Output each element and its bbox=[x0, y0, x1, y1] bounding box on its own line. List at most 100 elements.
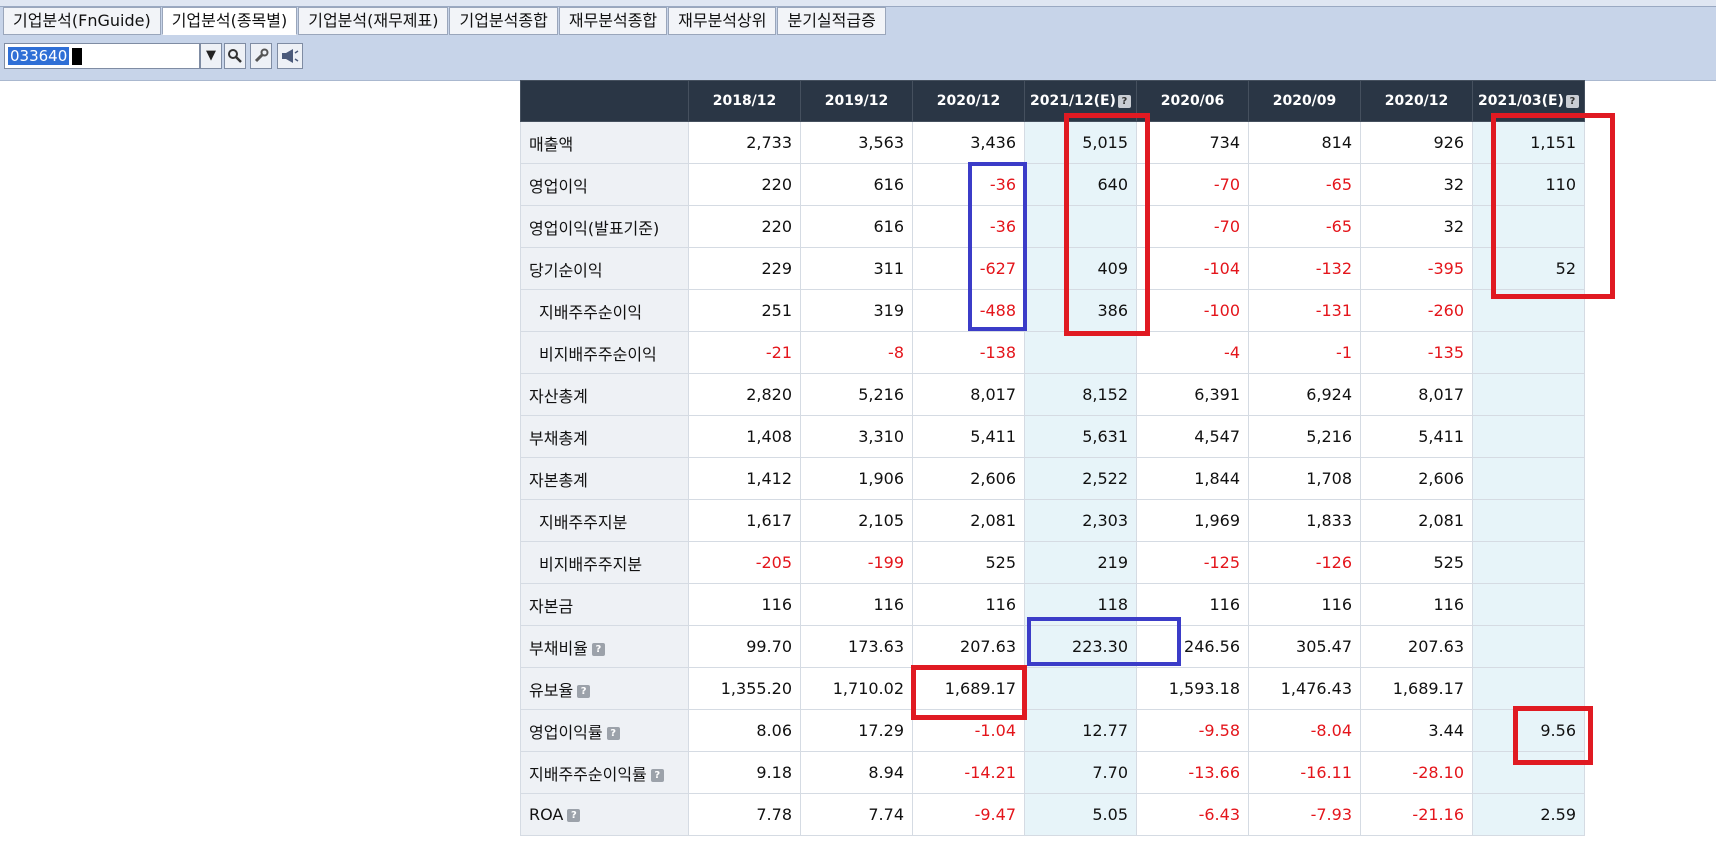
table-cell: -132 bbox=[1248, 247, 1361, 290]
row-label: 지배주주순이익 bbox=[520, 289, 689, 332]
table-cell bbox=[1472, 751, 1585, 794]
table-cell: 1,708 bbox=[1248, 457, 1361, 500]
header-label-cell bbox=[520, 80, 689, 122]
table-cell: -7.93 bbox=[1248, 793, 1361, 836]
wrench-icon[interactable] bbox=[250, 43, 272, 69]
table-cell: 2,105 bbox=[800, 499, 913, 542]
row-label-text: 부채비율 bbox=[529, 638, 588, 658]
table-cell: 409 bbox=[1024, 247, 1137, 290]
table-cell: 1,476.43 bbox=[1248, 667, 1361, 710]
table-cell bbox=[1472, 415, 1585, 458]
row-label: 지배주주순이익률? bbox=[520, 751, 689, 794]
table-cell: -8.04 bbox=[1248, 709, 1361, 752]
table-cell: 2,733 bbox=[688, 121, 801, 164]
tab-financial-statements[interactable]: 기업분석(재무제표) bbox=[298, 7, 449, 35]
table-cell: 207.63 bbox=[1360, 625, 1473, 668]
table-cell: 311 bbox=[800, 247, 913, 290]
toolbar-area: 기업분석(FnGuide) 기업분석(종목별) 기업분석(재무제표) 기업분석종… bbox=[0, 0, 1716, 81]
table-cell: -8 bbox=[800, 331, 913, 374]
table-cell: 1,969 bbox=[1136, 499, 1249, 542]
table-cell: -138 bbox=[912, 331, 1025, 374]
tab-company-summary[interactable]: 기업분석종합 bbox=[449, 7, 558, 35]
column-header: 2020/06 bbox=[1136, 80, 1249, 122]
table-cell: 1,844 bbox=[1136, 457, 1249, 500]
table-cell bbox=[1472, 541, 1585, 584]
table-cell: -260 bbox=[1360, 289, 1473, 332]
table-cell: 17.29 bbox=[800, 709, 913, 752]
table-cell: 1,833 bbox=[1248, 499, 1361, 542]
table-cell: 220 bbox=[688, 163, 801, 206]
help-icon[interactable]: ? bbox=[577, 684, 591, 698]
table-cell: 734 bbox=[1136, 121, 1249, 164]
table-cell: 9.18 bbox=[688, 751, 801, 794]
tab-bar: 기업분석(FnGuide) 기업분석(종목별) 기업분석(재무제표) 기업분석종… bbox=[3, 7, 887, 35]
table-cell: 2,522 bbox=[1024, 457, 1137, 500]
table-cell bbox=[1472, 667, 1585, 710]
stock-code-input[interactable]: 033640 bbox=[4, 43, 200, 69]
help-icon[interactable]: ? bbox=[591, 642, 605, 656]
table-cell: 640 bbox=[1024, 163, 1137, 206]
table-cell: 5,411 bbox=[912, 415, 1025, 458]
table-cell: -70 bbox=[1136, 163, 1249, 206]
table-cell: -1 bbox=[1248, 331, 1361, 374]
financial-summary-table: 2018/12 2019/12 2020/12 2021/12(E)? 2020… bbox=[520, 80, 1585, 836]
tab-by-stock[interactable]: 기업분석(종목별) bbox=[161, 7, 298, 35]
table-cell: 1,689.17 bbox=[912, 667, 1025, 710]
help-icon[interactable]: ? bbox=[606, 726, 620, 740]
magnifier-icon[interactable] bbox=[224, 43, 246, 69]
table-cell: 305.47 bbox=[1248, 625, 1361, 668]
table-cell: 1,593.18 bbox=[1136, 667, 1249, 710]
table-cell: 251 bbox=[688, 289, 801, 332]
table-cell: 1,412 bbox=[688, 457, 801, 500]
table-cell: -65 bbox=[1248, 163, 1361, 206]
table-cell: -6.43 bbox=[1136, 793, 1249, 836]
table-row: 지배주주순이익률? 9.18 8.94 -14.21 7.70 -13.66 -16.11-… bbox=[520, 751, 1585, 794]
chevron-down-icon[interactable]: ▼ bbox=[200, 43, 222, 69]
table-cell: -100 bbox=[1136, 289, 1249, 332]
table-cell: -36 bbox=[912, 163, 1025, 206]
table-cell: 5.05 bbox=[1024, 793, 1137, 836]
column-header: 2019/12 bbox=[800, 80, 913, 122]
row-label-text: 매출액 bbox=[529, 134, 574, 154]
row-label-text: 부채총계 bbox=[529, 428, 588, 448]
row-label: ROA? bbox=[520, 793, 689, 836]
help-icon[interactable]: ? bbox=[567, 809, 581, 822]
table-cell: 7.78 bbox=[688, 793, 801, 836]
table-cell: 5,631 bbox=[1024, 415, 1137, 458]
help-icon[interactable]: ? bbox=[650, 768, 664, 782]
row-label: 영업이익 bbox=[520, 163, 689, 206]
table-cell: 8.94 bbox=[800, 751, 913, 794]
table-cell: 8,017 bbox=[1360, 373, 1473, 416]
tab-financial-summary[interactable]: 재무분석종합 bbox=[558, 7, 668, 35]
table-cell: 2,606 bbox=[1360, 457, 1473, 500]
table-cell: 207.63 bbox=[912, 625, 1025, 668]
table-cell: 116 bbox=[1360, 583, 1473, 626]
help-icon[interactable]: ? bbox=[1117, 94, 1131, 108]
table-cell bbox=[1024, 667, 1137, 710]
table-cell: 3,563 bbox=[800, 121, 913, 164]
tab-financial-top[interactable]: 재무분석상위 bbox=[668, 7, 777, 35]
speaker-icon[interactable] bbox=[277, 43, 303, 69]
table-cell: 1,151 bbox=[1472, 121, 1585, 164]
table-cell: 3,436 bbox=[912, 121, 1025, 164]
table-row: 유보율? 1,355.20 1,710.02 1,689.17 1,593.18 1,47… bbox=[520, 667, 1585, 710]
column-header-estimate: 2021/03(E)? bbox=[1472, 80, 1585, 122]
table-cell: -28.10 bbox=[1360, 751, 1473, 794]
table-cell: 223.30 bbox=[1024, 625, 1137, 668]
table-cell: 1,355.20 bbox=[688, 667, 801, 710]
table-cell: 118 bbox=[1024, 583, 1137, 626]
table-cell: 3,310 bbox=[800, 415, 913, 458]
help-icon[interactable]: ? bbox=[1565, 94, 1579, 108]
tab-fnguide[interactable]: 기업분석(FnGuide) bbox=[3, 7, 161, 35]
table-cell: -21 bbox=[688, 331, 801, 374]
text-cursor bbox=[72, 48, 82, 65]
row-label-text: 영업이익(발표기준) bbox=[529, 218, 660, 238]
tab-quarterly-surge[interactable]: 분기실적급증 bbox=[777, 7, 886, 35]
table-cell: 616 bbox=[800, 205, 913, 248]
table-cell: 99.70 bbox=[688, 625, 801, 668]
table-row: 부채비율? 99.70 173.63 207.63 223.30 246.56 305.47… bbox=[520, 625, 1585, 668]
row-label-text: 비지배주주순이익 bbox=[539, 344, 657, 364]
row-label-text: 지배주주순이익 bbox=[539, 302, 643, 322]
table-cell: 246.56 bbox=[1136, 625, 1249, 668]
row-label-text: 자본금 bbox=[529, 596, 574, 616]
